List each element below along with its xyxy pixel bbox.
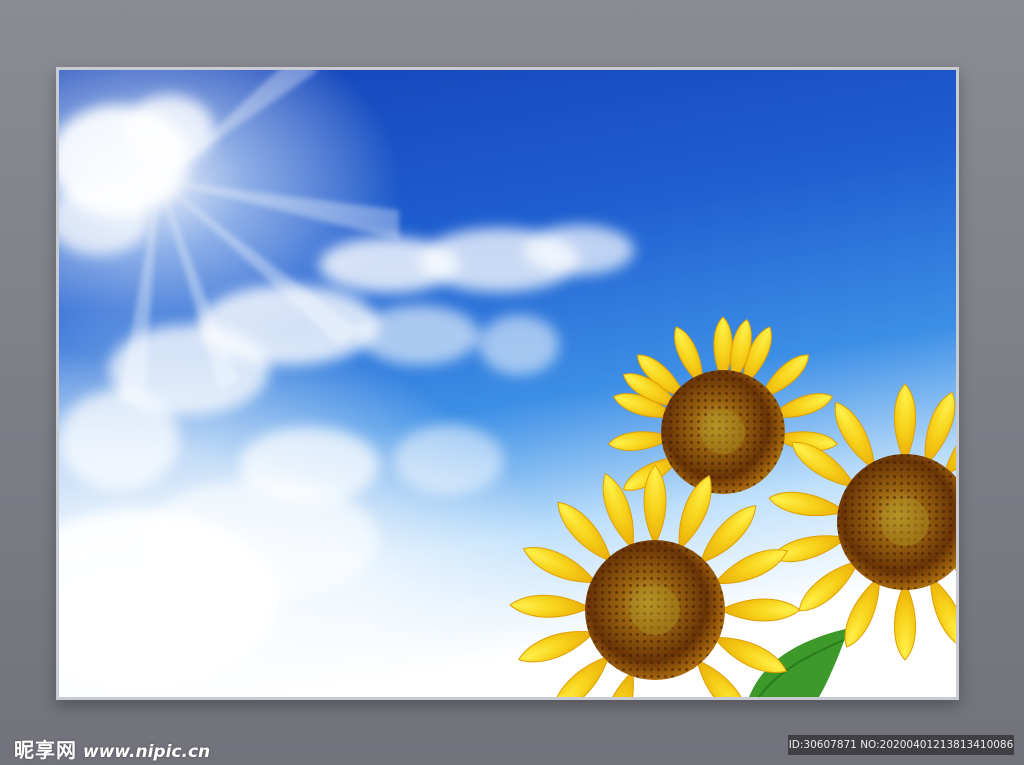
picture-frame — [56, 67, 959, 700]
watermark-site-url: www.nipic.cn — [83, 742, 211, 762]
nipic-watermark-logo: 昵享网 www.nipic.cn — [14, 734, 211, 762]
watermark-logo-text: 昵享网 — [14, 738, 77, 762]
sunflower-sky-image — [59, 70, 956, 697]
image-id-label: ID:30607871 NO:20200401213813410086 — [788, 735, 1014, 755]
